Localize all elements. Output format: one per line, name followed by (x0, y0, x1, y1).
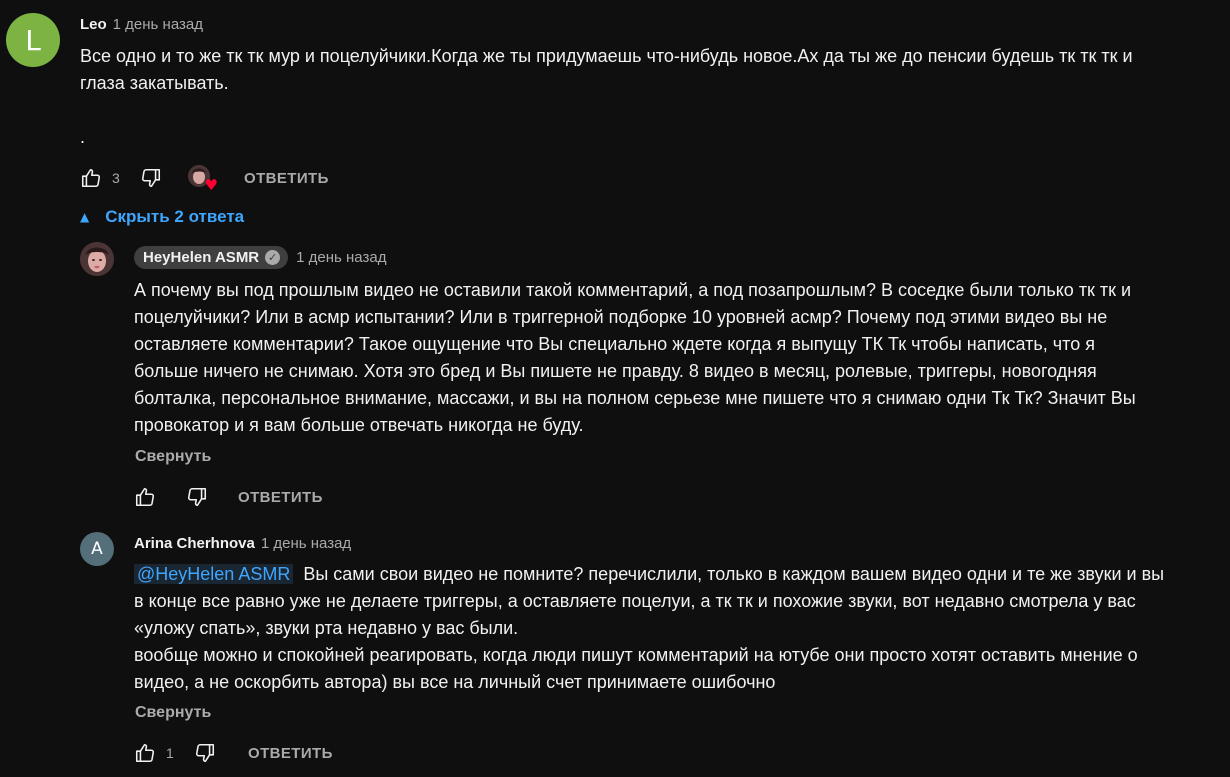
reply-author: HeyHelen ASMR (143, 249, 260, 266)
like-icon[interactable] (134, 742, 156, 764)
avatar-letter: L (25, 23, 41, 57)
reply-header: HeyHelen ASMR ✓ 1 день назад (134, 246, 386, 269)
heart-icon: ♥ (204, 176, 218, 194)
reply-text: @HeyHelen ASMR Вы сами свои видео не пом… (134, 561, 1164, 696)
avatar-letter: A (91, 539, 103, 559)
chevron-up-icon: ▲ (80, 210, 90, 224)
avatar[interactable]: A (80, 532, 114, 566)
collapse-button[interactable]: Свернуть (135, 704, 211, 722)
reply-button[interactable]: ОТВЕТИТЬ (238, 489, 323, 506)
avatar[interactable] (80, 242, 114, 276)
reply-actions: 1 ОТВЕТИТЬ (134, 741, 333, 765)
comment-actions: 3 ♥ ОТВЕТИТЬ (80, 165, 329, 193)
like-icon[interactable] (134, 486, 156, 508)
avatar[interactable]: L (6, 13, 60, 67)
comment-text: Все одно и то же тк тк мур и поцелуйчики… (80, 46, 1133, 147)
hide-replies-button[interactable]: ▲ Скрыть 2 ответа (80, 207, 244, 227)
reply-text: А почему вы под прошлым видео не оставил… (134, 280, 1136, 435)
reply-time[interactable]: 1 день назад (261, 535, 351, 552)
comment-time[interactable]: 1 день назад (113, 16, 203, 33)
like-count: 3 (112, 170, 120, 186)
reply-button[interactable]: ОТВЕТИТЬ (248, 745, 333, 762)
dislike-icon[interactable] (140, 167, 162, 189)
channel-owner-badge[interactable]: HeyHelen ASMR ✓ (134, 246, 289, 269)
reply-actions: ОТВЕТИТЬ (134, 485, 323, 509)
creator-heart-icon: ♥ (188, 165, 218, 193)
mention-link[interactable]: @HeyHelen ASMR (134, 564, 294, 584)
reply-time[interactable]: 1 день назад (296, 249, 386, 266)
reply-author[interactable]: Arina Cherhnova (134, 535, 255, 552)
reply-header: Arina Cherhnova 1 день назад (134, 535, 351, 552)
hide-replies-label: Скрыть 2 ответа (105, 207, 245, 226)
dislike-icon[interactable] (186, 486, 208, 508)
dislike-icon[interactable] (194, 742, 216, 764)
collapse-button[interactable]: Свернуть (135, 448, 211, 466)
avatar-image (80, 242, 114, 276)
comment-header: Leo 1 день назад (80, 16, 203, 33)
reply-button[interactable]: ОТВЕТИТЬ (244, 170, 329, 187)
like-icon[interactable] (80, 167, 102, 189)
verified-icon: ✓ (265, 250, 281, 265)
like-count: 1 (166, 745, 174, 761)
comment-author[interactable]: Leo (80, 16, 107, 33)
